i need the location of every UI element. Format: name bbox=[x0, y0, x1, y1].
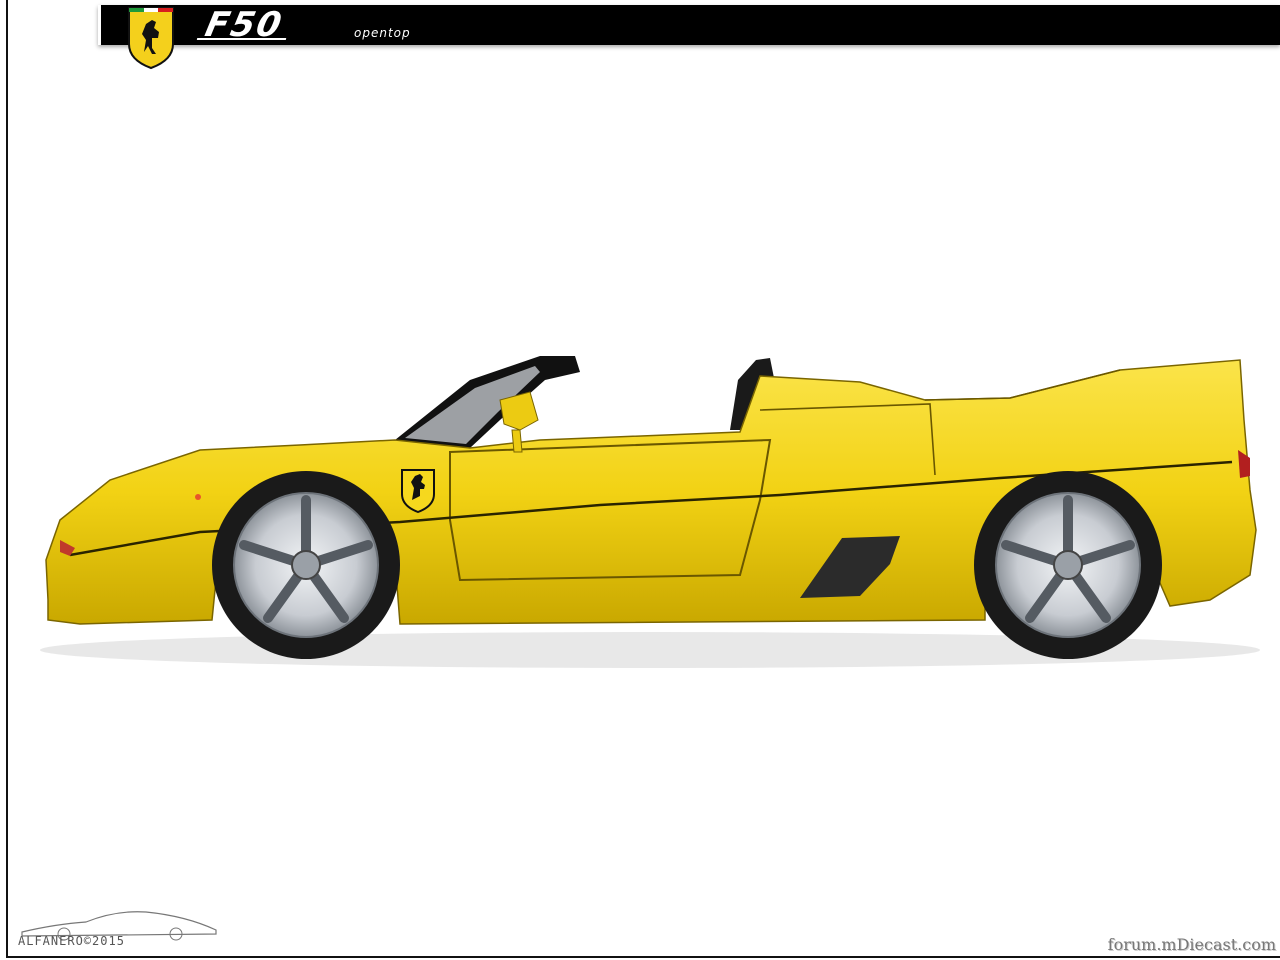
rear-light bbox=[1238, 450, 1250, 478]
site-watermark: forum.mDiecast.com bbox=[1107, 935, 1276, 954]
front-wheel bbox=[212, 471, 400, 659]
rear-wheel bbox=[974, 471, 1162, 659]
author-credit: ALFANERO©2015 bbox=[18, 934, 125, 948]
car-photo bbox=[40, 356, 1260, 668]
side-marker-light bbox=[195, 494, 201, 500]
